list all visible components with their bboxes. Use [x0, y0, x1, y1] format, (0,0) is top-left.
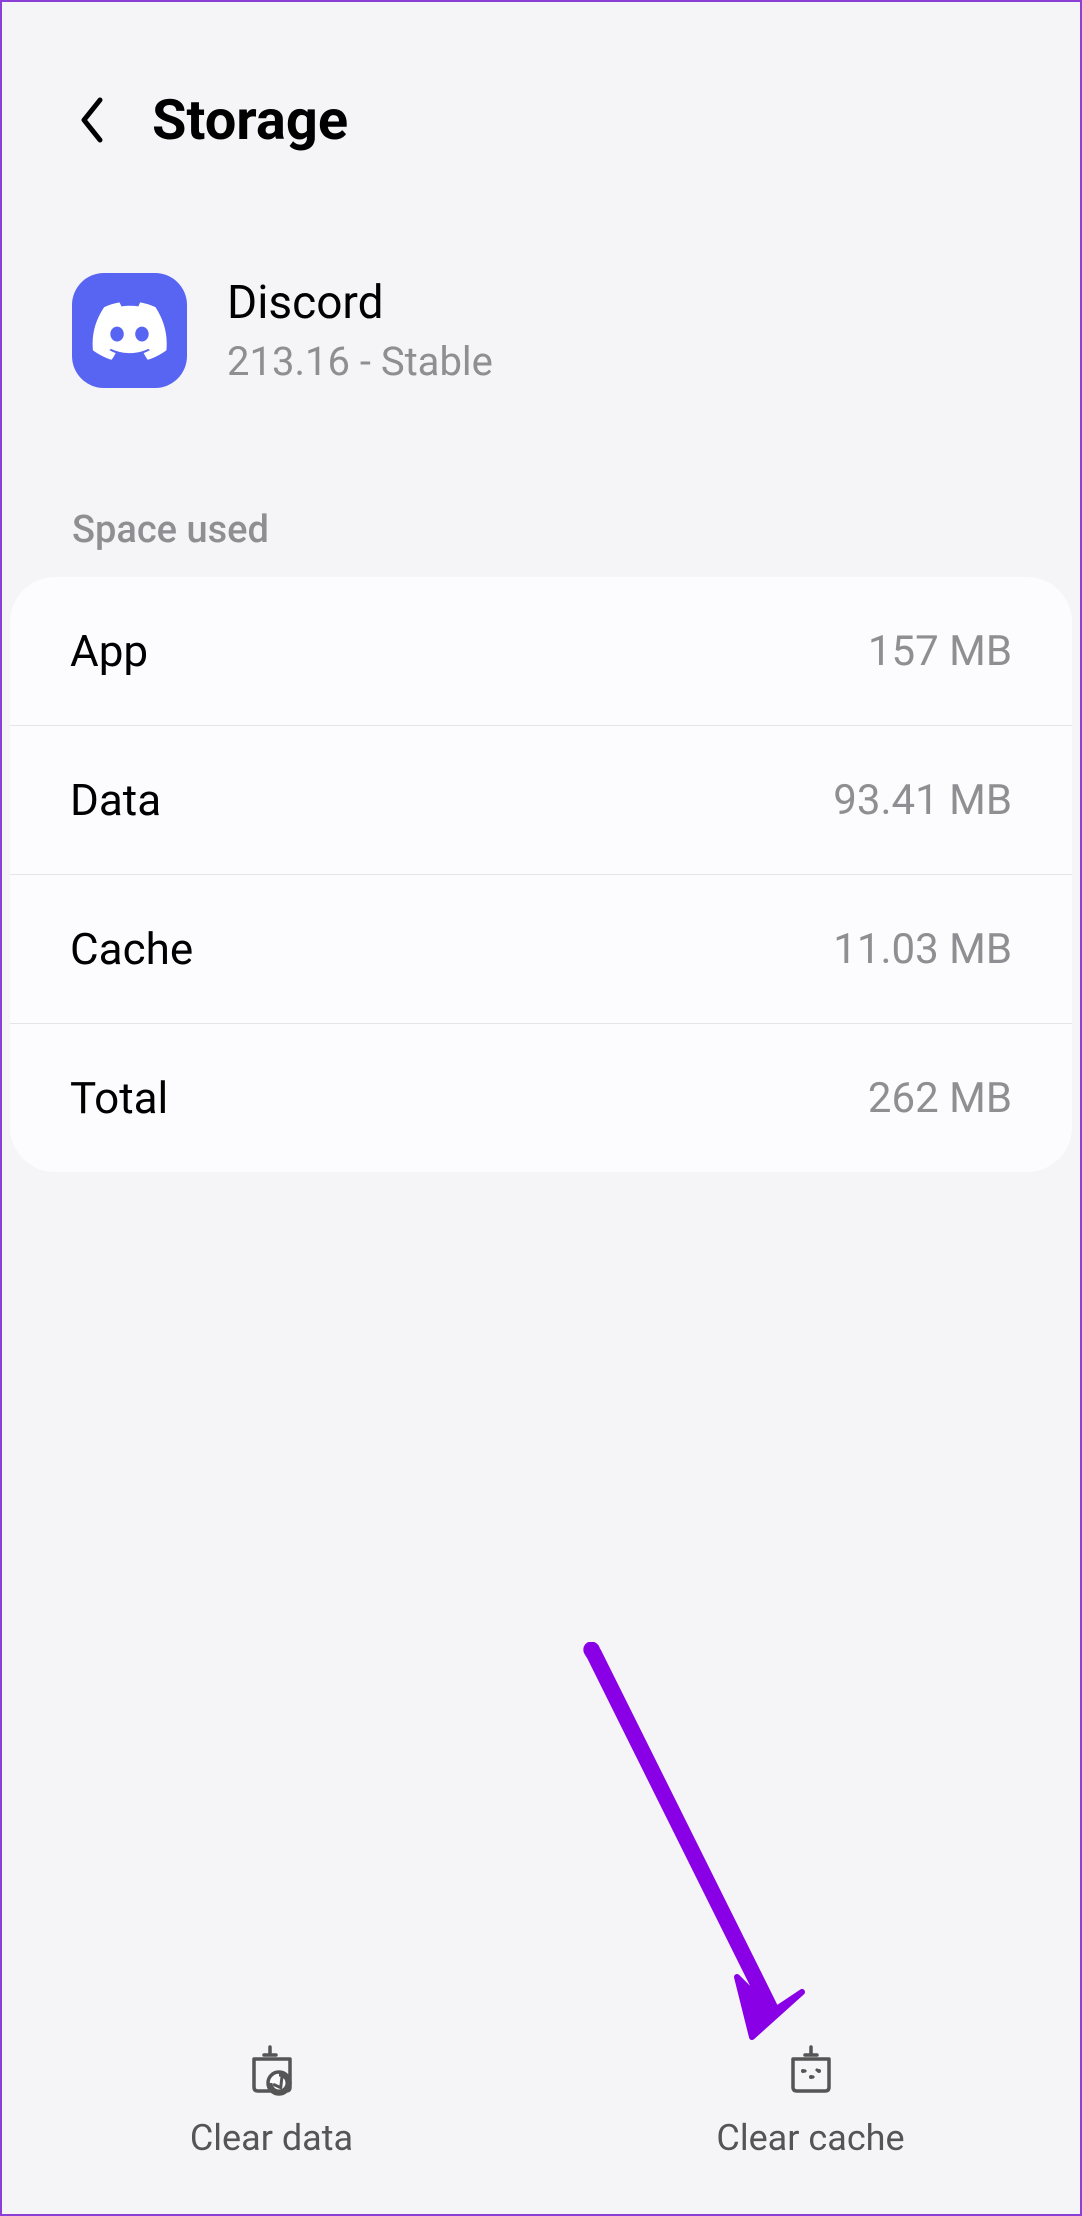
clear-cache-button[interactable]: Clear cache — [541, 2039, 1080, 2159]
bottom-bar: Clear data Clear cache — [2, 2009, 1080, 2214]
row-label: Cache — [70, 923, 193, 975]
discord-icon — [92, 302, 167, 360]
app-name: Discord — [227, 276, 493, 330]
row-app: App 157 MB — [10, 577, 1072, 726]
row-cache: Cache 11.03 MB — [10, 875, 1072, 1024]
row-label: Data — [70, 774, 161, 826]
chevron-left-icon — [78, 96, 106, 144]
back-button[interactable] — [72, 100, 112, 140]
page-title: Storage — [152, 87, 348, 153]
row-data: Data 93.41 MB — [10, 726, 1072, 875]
section-label: Space used — [2, 438, 1080, 577]
app-version: 213.16 - Stable — [227, 338, 493, 385]
clear-data-label: Clear data — [190, 2117, 353, 2159]
clear-data-icon — [242, 2039, 302, 2099]
row-value: 157 MB — [868, 627, 1012, 676]
row-value: 93.41 MB — [833, 776, 1012, 825]
app-info: Discord 213.16 - Stable — [2, 183, 1080, 438]
clear-data-button[interactable]: Clear data — [2, 2039, 541, 2159]
app-details: Discord 213.16 - Stable — [227, 276, 493, 385]
row-label: App — [70, 625, 148, 677]
row-label: Total — [70, 1072, 168, 1124]
row-value: 11.03 MB — [833, 925, 1012, 974]
storage-card: App 157 MB Data 93.41 MB Cache 11.03 MB … — [10, 577, 1072, 1172]
clear-cache-label: Clear cache — [716, 2117, 904, 2159]
row-total: Total 262 MB — [10, 1024, 1072, 1172]
clear-cache-icon — [781, 2039, 841, 2099]
app-icon — [72, 273, 187, 388]
page-header: Storage — [2, 2, 1080, 183]
row-value: 262 MB — [868, 1074, 1012, 1123]
